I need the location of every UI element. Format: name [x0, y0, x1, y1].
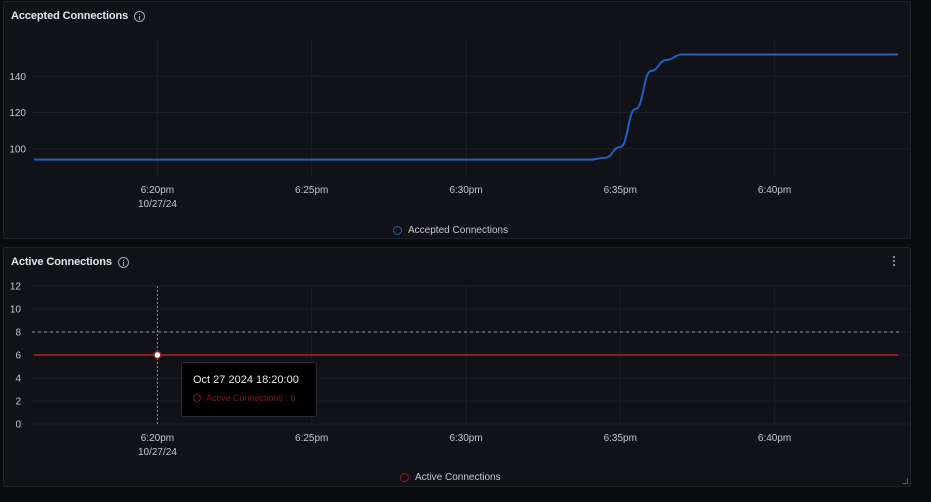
- hover-tooltip: Oct 27 2024 18:20:00 Active Connections …: [181, 362, 317, 417]
- y-tick-label: 2: [15, 397, 21, 408]
- x-tick-sublabel: 10/27/24: [138, 199, 177, 210]
- tooltip-marker-icon: [193, 394, 201, 402]
- x-tick-label: 6:20pm: [141, 185, 174, 196]
- x-tick-sublabel: 10/27/24: [138, 447, 177, 458]
- x-tick-label: 6:40pm: [758, 185, 791, 196]
- y-tick-label: 10: [10, 305, 22, 316]
- hover-point: [153, 350, 162, 360]
- charts-canvas: 1001201406:20pm10/27/246:25pm 6:30pm 6:35p…: [9, 40, 910, 458]
- y-tick-label: 0: [15, 420, 21, 431]
- x-tick-label: 6:40pm: [758, 433, 791, 444]
- y-tick-label: 120: [9, 108, 26, 119]
- x-tick-label: 6:30pm: [449, 433, 482, 444]
- y-tick-label: 4: [15, 374, 21, 385]
- y-tick-label: 140: [9, 72, 26, 83]
- y-tick-label: 6: [15, 351, 21, 362]
- y-tick-label: 8: [15, 328, 21, 339]
- chart-1: 100 120 140 6:20pm 10/27/24 6:25pm 6:30pm 6:35p…: [9, 40, 910, 210]
- x-tick-label: 6:25pm: [295, 185, 328, 196]
- x-tick-label: 6:35pm: [604, 433, 637, 444]
- x-tick-label: 6:35pm: [604, 185, 637, 196]
- tooltip-series-text: Active Connections : 6: [206, 393, 296, 403]
- x-tick-label: 6:20pm: [141, 433, 174, 444]
- y-tick-label: 100: [9, 144, 26, 155]
- chart-2: 0 2 4 6 8 10 12 6:20pm 10/27/24 6:25pm 6:30pm 6:35p…: [10, 282, 910, 458]
- tooltip-time: Oct 27 2024 18:20:00: [193, 374, 299, 386]
- tooltip-series-row: Active Connections : 6: [193, 393, 305, 403]
- x-tick-label: 6:25pm: [295, 433, 328, 444]
- x-tick-label: 6:30pm: [449, 185, 482, 196]
- y-tick-label: 12: [10, 282, 22, 293]
